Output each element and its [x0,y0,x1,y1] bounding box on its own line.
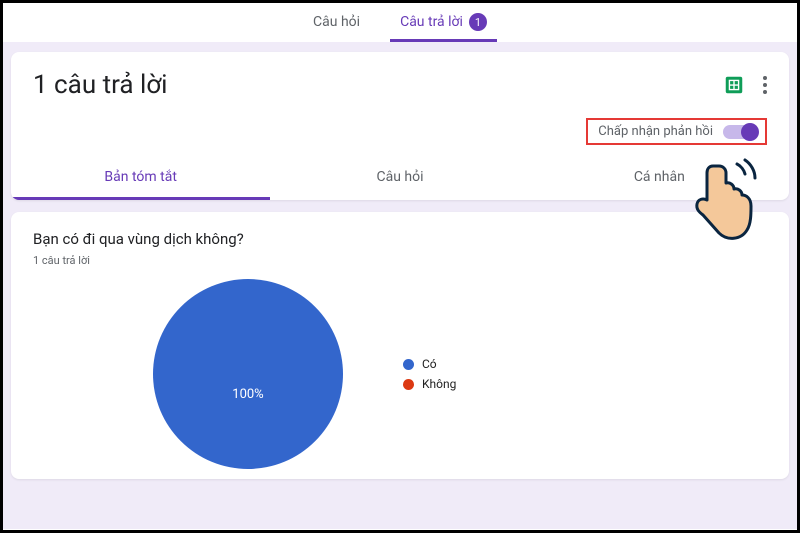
top-tabs: Câu hỏi Câu trả lời 1 [3,3,797,42]
responses-title: 1 câu trả lời [33,70,168,100]
content-area: 1 câu trả lời Chấp nhận phản hồi [3,42,797,529]
chart-legend: Có Không [403,357,456,391]
sub-tabs: Bản tóm tắt Câu hỏi Cá nhân [11,155,789,200]
subtab-summary-label: Bản tóm tắt [104,169,177,185]
question-card: Bạn có đi qua vùng dịch không? 1 câu trả… [11,212,789,479]
subtab-question-label: Câu hỏi [376,169,423,185]
responses-card: 1 câu trả lời Chấp nhận phản hồi [11,52,789,200]
legend-item-no: Không [403,377,456,391]
chart-row: 100% Có Không [33,279,767,469]
subtab-individual[interactable]: Cá nhân [530,155,789,200]
pie-chart: 100% [153,279,343,469]
responses-header: 1 câu trả lời [11,52,789,100]
toggle-knob [741,123,759,141]
sheets-icon[interactable] [723,74,745,96]
responses-count-badge: 1 [469,13,487,31]
legend-yes-label: Có [422,357,437,371]
legend-no-label: Không [422,377,456,391]
tab-responses[interactable]: Câu trả lời 1 [390,7,497,42]
subtab-individual-label: Cá nhân [634,169,685,185]
legend-dot-blue [403,359,414,370]
tab-responses-label: Câu trả lời [400,14,463,30]
accept-label: Chấp nhận phản hồi [598,124,713,139]
tab-questions-label: Câu hỏi [313,14,360,30]
accept-row: Chấp nhận phản hồi [11,100,789,155]
accept-toggle[interactable] [723,125,757,139]
legend-dot-red [403,379,414,390]
header-actions [723,74,767,96]
accept-highlight: Chấp nhận phản hồi [586,118,767,145]
pie-slice-label: 100% [232,387,263,402]
question-count: 1 câu trả lời [33,254,767,267]
legend-item-yes: Có [403,357,456,371]
tab-questions[interactable]: Câu hỏi [303,7,370,42]
more-icon[interactable] [763,76,767,94]
subtab-question[interactable]: Câu hỏi [270,155,529,200]
question-title: Bạn có đi qua vùng dịch không? [33,230,767,248]
subtab-summary[interactable]: Bản tóm tắt [11,155,270,200]
